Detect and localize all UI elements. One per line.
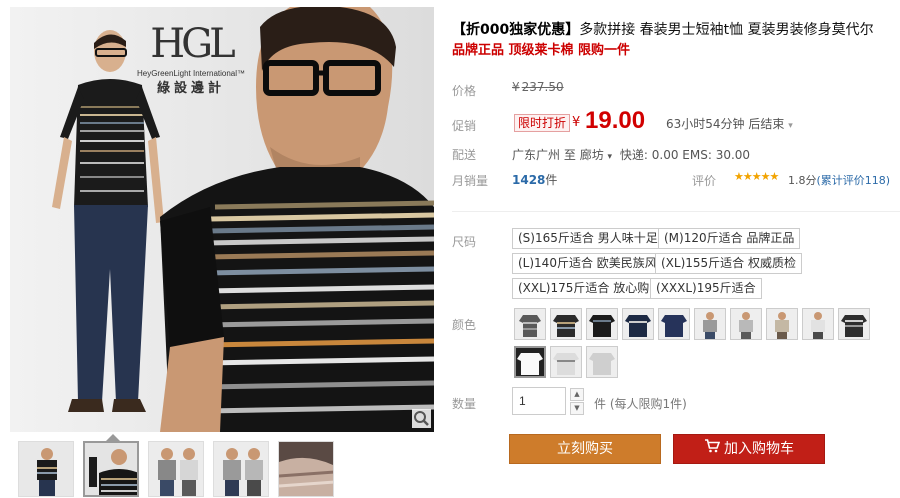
color-swatch-13[interactable]: [586, 346, 618, 378]
size-option-xl[interactable]: (XL)155斤适合 权威质检: [655, 253, 802, 274]
product-subtitle: 品牌正品 顶级莱卡棉 限购一件: [452, 43, 631, 58]
color-swatch-8[interactable]: [766, 308, 798, 340]
color-swatch-10[interactable]: [838, 308, 870, 340]
quantity-limit-note: 件 (每人限购1件): [594, 397, 687, 411]
ship-fees: 快递: 0.00 EMS: 30.00: [619, 148, 751, 162]
buy-now-button[interactable]: 立刻购买: [509, 434, 661, 464]
size-option-l[interactable]: (L)140斤适合 欧美民族风: [512, 253, 663, 274]
rating-stars-icon: ★★★★★: [734, 170, 779, 183]
size-option-xxxl[interactable]: (XXXL)195斤适合: [650, 278, 762, 299]
shipping-info: 广东广州 至 廊坊 ▾ 快递: 0.00 EMS: 30.00: [512, 146, 750, 163]
thumbnail-strip: [18, 441, 338, 497]
rating-summary[interactable]: 1.8分(累计评价118): [788, 172, 890, 188]
monthly-sales: 1428件: [512, 171, 557, 188]
color-swatch-12[interactable]: [550, 346, 582, 378]
size-label: 尺码: [452, 235, 477, 249]
thumbnail-1[interactable]: [18, 441, 74, 497]
color-swatch-7[interactable]: [730, 308, 762, 340]
thumbnail-active-caret: [106, 434, 120, 441]
thumbnail-2[interactable]: [83, 441, 139, 497]
thumbnail-5[interactable]: [278, 441, 334, 497]
ship-to-select[interactable]: 廊坊 ▾: [580, 148, 616, 162]
original-price-currency: ¥: [512, 80, 520, 94]
quantity-increase-icon[interactable]: ▲: [570, 388, 584, 401]
ship-to-value: 廊坊: [579, 148, 604, 162]
original-price: ¥237.50: [512, 80, 564, 94]
countdown-text: 63小时54分钟 后结束: [666, 117, 785, 131]
monthly-sales-count: 1428: [512, 173, 546, 187]
title-main-text: 多款拼接 春装男士短袖t恤 夏装男装修身莫代尔: [579, 22, 874, 38]
chevron-down-icon: ▾: [788, 121, 793, 131]
rating-label: 评价: [692, 174, 717, 188]
rating-count-link[interactable]: (累计评价118): [817, 174, 891, 187]
brand-logo-chinese: 綠設邊計: [156, 81, 225, 96]
size-option-xxl[interactable]: (XXL)175斤适合 放心购: [512, 278, 656, 299]
main-product-image[interactable]: HGL HeyGreenLight International™ 綠設邊計: [10, 7, 434, 432]
size-option-m[interactable]: (M)120斤适合 品牌正品: [658, 228, 801, 249]
color-swatch-9[interactable]: [802, 308, 834, 340]
brand-logo-tagline: HeyGreenLight International™: [128, 69, 254, 79]
color-swatch-3[interactable]: [586, 308, 618, 340]
add-to-cart-label: 加入购物车: [724, 441, 794, 457]
cart-icon: [704, 435, 721, 463]
brand-tagline-text: HeyGreenLight International: [136, 69, 238, 78]
magnifier-icon[interactable]: [412, 409, 431, 428]
promo-price-currency: ¥: [572, 115, 581, 130]
chevron-down-icon: ▾: [607, 152, 613, 162]
brand-logo: HGL HeyGreenLight International™ 綠設邊計: [128, 21, 254, 97]
promo-label: 促销: [452, 119, 477, 133]
price-label: 价格: [452, 84, 477, 98]
quantity-label: 数量: [452, 397, 477, 411]
product-title: 【折000独家优惠】多款拼接 春装男士短袖t恤 夏装男装修身莫代尔: [452, 20, 898, 41]
add-to-cart-button[interactable]: 加入购物车: [673, 434, 825, 464]
monthly-sales-unit: 件: [545, 173, 558, 187]
color-swatch-5[interactable]: [658, 308, 690, 340]
brand-logo-letters: HGL: [150, 21, 235, 67]
section-divider: [452, 211, 900, 212]
ship-to-label: 至: [563, 148, 576, 162]
color-label: 颜色: [452, 318, 477, 332]
promo-price-value: 19.00: [585, 107, 646, 134]
quantity-decrease-icon[interactable]: ▼: [570, 402, 584, 415]
monthly-sales-label: 月销量: [452, 174, 489, 188]
color-swatch-1[interactable]: [514, 308, 546, 340]
trademark-symbol: ™: [237, 69, 246, 78]
color-swatch-4[interactable]: [622, 308, 654, 340]
promo-countdown[interactable]: 63小时54分钟 后结束 ▾: [666, 115, 793, 132]
rating-score: 1.8分: [788, 174, 817, 187]
thumbnail-3[interactable]: [148, 441, 204, 497]
promo-badge: 限时打折: [514, 114, 571, 132]
title-promo-prefix: 【折000独家优惠】: [452, 22, 580, 38]
thumbnail-4[interactable]: [213, 441, 269, 497]
original-price-value: 237.50: [521, 80, 564, 94]
shipping-label: 配送: [452, 148, 477, 162]
quantity-input[interactable]: [512, 387, 566, 415]
color-swatch-11[interactable]: [514, 346, 546, 378]
color-swatch-2[interactable]: [550, 308, 582, 340]
size-option-s[interactable]: (S)165斤适合 男人味十足: [512, 228, 664, 249]
color-swatch-6[interactable]: [694, 308, 726, 340]
ship-from: 广东广州: [512, 148, 561, 162]
